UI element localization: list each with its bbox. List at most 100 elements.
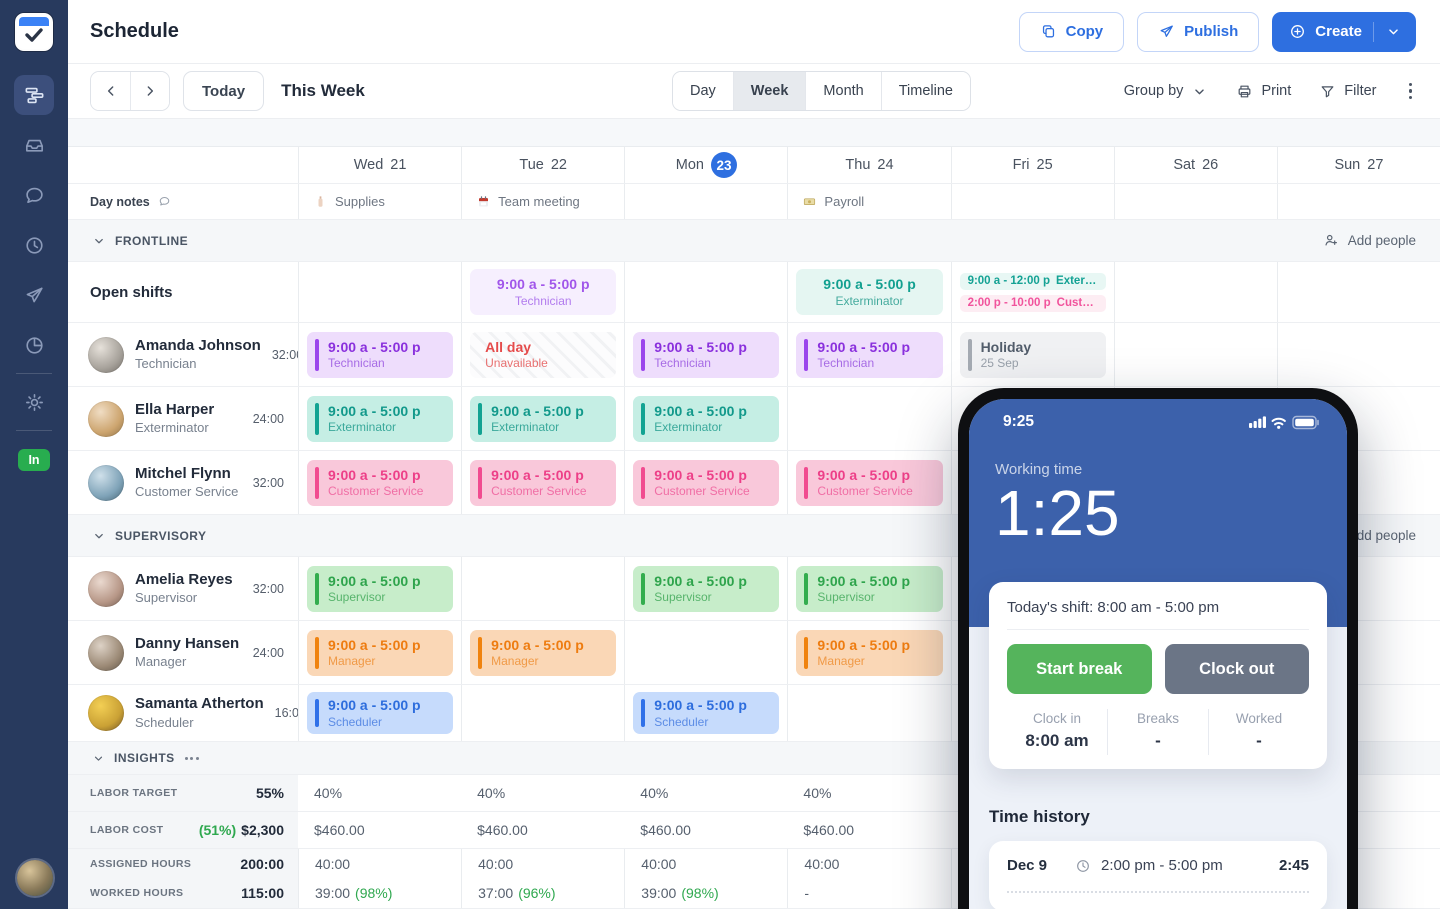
schedule-cell[interactable] [461, 557, 624, 620]
sidebar-item-pie[interactable] [14, 325, 54, 365]
day-header-fri[interactable]: Fri25 [951, 147, 1114, 183]
sidebar-item-schedule[interactable] [14, 75, 54, 115]
clock-out-button[interactable]: Clock out [1165, 644, 1310, 694]
schedule-cell[interactable] [624, 621, 787, 684]
schedule-cell[interactable] [1277, 323, 1440, 386]
shift-chip[interactable]: 9:00 a - 5:00 pSupervisor [633, 566, 779, 612]
schedule-cell[interactable] [1114, 323, 1277, 386]
shift-chip[interactable]: 9:00 a - 5:00 pExterminator [633, 396, 779, 442]
tab-month[interactable]: Month [805, 72, 880, 110]
schedule-cell[interactable] [1114, 262, 1277, 322]
schedule-cell[interactable] [624, 262, 787, 322]
publish-button[interactable]: Publish [1137, 12, 1259, 52]
day-header-sat[interactable]: Sat26 [1114, 147, 1277, 183]
chevron-down-icon[interactable] [92, 234, 106, 248]
chevron-down-icon[interactable] [92, 752, 105, 765]
shift-chip[interactable]: 9:00 a - 5:00 pExterminator [470, 396, 616, 442]
shift-chip[interactable]: 9:00 a - 5:00 pTechnician [470, 269, 616, 315]
day-note-cell[interactable] [624, 184, 787, 219]
schedule-cell[interactable]: 9:00 a - 12:00 pExtermin… 2:00 p - 10:00 … [951, 262, 1114, 322]
sidebar-item-clock[interactable] [14, 225, 54, 265]
sidebar-item-inbox[interactable] [14, 125, 54, 165]
day-note-cell[interactable]: Payroll [787, 184, 950, 219]
more-icon[interactable] [185, 757, 199, 760]
shift-chip[interactable]: All dayUnavailable [470, 332, 616, 378]
shift-chip[interactable]: 9:00 a - 5:00 pExterminator [796, 269, 942, 315]
clocked-in-badge[interactable]: In [18, 449, 49, 471]
schedule-cell[interactable]: 9:00 a - 5:00 pManager [787, 621, 950, 684]
copy-button[interactable]: Copy [1019, 12, 1125, 52]
schedule-cell[interactable]: 9:00 a - 5:00 pSupervisor [624, 557, 787, 620]
shift-chip[interactable]: 9:00 a - 5:00 pExterminator [307, 396, 453, 442]
shift-chip[interactable]: 9:00 a - 5:00 pCustomer Service [307, 460, 453, 506]
shift-chip[interactable]: 9:00 a - 5:00 pTechnician [307, 332, 453, 378]
more-menu-icon[interactable] [1405, 79, 1417, 104]
create-button[interactable]: Create [1272, 12, 1416, 52]
schedule-cell[interactable]: 9:00 a - 5:00 pTechnician [787, 323, 950, 386]
day-note-cell[interactable]: Supplies [298, 184, 461, 219]
today-button[interactable]: Today [183, 71, 264, 111]
day-note-cell[interactable] [1114, 184, 1277, 219]
shift-chip[interactable]: 9:00 a - 5:00 pManager [470, 630, 616, 676]
schedule-cell[interactable]: All dayUnavailable [461, 323, 624, 386]
sidebar-item-plane[interactable] [14, 275, 54, 315]
shift-chip-mini[interactable]: 2:00 p - 10:00 pCustomer… [960, 295, 1106, 312]
tab-timeline[interactable]: Timeline [881, 72, 970, 110]
user-avatar[interactable] [17, 860, 53, 896]
shift-chip[interactable]: 9:00 a - 5:00 pCustomer Service [633, 460, 779, 506]
print-button[interactable]: Print [1236, 83, 1291, 100]
schedule-cell[interactable]: 9:00 a - 5:00 pTechnician [461, 262, 624, 322]
schedule-cell[interactable]: 9:00 a - 5:00 pManager [461, 621, 624, 684]
schedule-cell[interactable]: 9:00 a - 5:00 pExterminator [461, 387, 624, 450]
shift-chip[interactable]: 9:00 a - 5:00 pScheduler [307, 692, 453, 734]
next-week-button[interactable] [130, 72, 169, 110]
shift-chip-mini[interactable]: 9:00 a - 12:00 pExtermin… [960, 273, 1106, 290]
day-header-tue[interactable]: Tue22 [461, 147, 624, 183]
chevron-down-icon[interactable] [92, 529, 106, 543]
schedule-cell[interactable]: 9:00 a - 5:00 pScheduler [624, 685, 787, 741]
schedule-cell[interactable]: Holiday25 Sep [951, 323, 1114, 386]
shift-chip[interactable]: 9:00 a - 5:00 pCustomer Service [470, 460, 616, 506]
shift-chip[interactable]: 9:00 a - 5:00 pScheduler [633, 692, 779, 734]
day-header-thu[interactable]: Thu24 [787, 147, 950, 183]
day-note-cell[interactable]: Team meeting [461, 184, 624, 219]
schedule-cell[interactable]: 9:00 a - 5:00 pSupervisor [298, 557, 461, 620]
day-header-mon[interactable]: Mon23 [624, 147, 787, 183]
history-entry[interactable]: Dec 92:00 pm - 5:00 pm2:45 [1007, 857, 1309, 874]
sidebar-item-chat[interactable] [14, 175, 54, 215]
day-header-wed[interactable]: Wed21 [298, 147, 461, 183]
schedule-cell[interactable]: 9:00 a - 5:00 pCustomer Service [624, 451, 787, 514]
shift-chip[interactable]: Holiday25 Sep [960, 332, 1106, 378]
day-header-sun[interactable]: Sun27 [1277, 147, 1440, 183]
shift-chip[interactable]: 9:00 a - 5:00 pManager [796, 630, 942, 676]
sidebar-item-settings[interactable] [14, 382, 54, 422]
add-people-button[interactable]: Add people [1323, 232, 1416, 249]
day-note-cell[interactable] [951, 184, 1114, 219]
schedule-cell[interactable]: 9:00 a - 5:00 pTechnician [298, 323, 461, 386]
schedule-cell[interactable]: 9:00 a - 5:00 pCustomer Service [787, 451, 950, 514]
schedule-cell[interactable]: 9:00 a - 5:00 pExterminator [624, 387, 787, 450]
schedule-cell[interactable] [461, 685, 624, 741]
filter-button[interactable]: Filter [1319, 83, 1376, 100]
shift-chip[interactable]: 9:00 a - 5:00 pManager [307, 630, 453, 676]
schedule-cell[interactable]: 9:00 a - 5:00 pExterminator [298, 387, 461, 450]
schedule-cell[interactable] [1277, 262, 1440, 322]
group-by-dropdown[interactable]: Group by [1124, 83, 1209, 100]
schedule-cell[interactable]: 9:00 a - 5:00 pExterminator [787, 262, 950, 322]
prev-week-button[interactable] [91, 72, 130, 110]
shift-chip[interactable]: 9:00 a - 5:00 pTechnician [796, 332, 942, 378]
schedule-cell[interactable] [787, 685, 950, 741]
tab-week[interactable]: Week [733, 72, 806, 110]
schedule-cell[interactable]: 9:00 a - 5:00 pSupervisor [787, 557, 950, 620]
schedule-cell[interactable]: 9:00 a - 5:00 pManager [298, 621, 461, 684]
schedule-cell[interactable]: 9:00 a - 5:00 pScheduler [298, 685, 461, 741]
schedule-cell[interactable]: 9:00 a - 5:00 pTechnician [624, 323, 787, 386]
shift-chip[interactable]: 9:00 a - 5:00 pCustomer Service [796, 460, 942, 506]
shift-chip[interactable]: 9:00 a - 5:00 pSupervisor [796, 566, 942, 612]
day-note-cell[interactable] [1277, 184, 1440, 219]
schedule-cell[interactable]: 9:00 a - 5:00 pCustomer Service [461, 451, 624, 514]
shift-chip[interactable]: 9:00 a - 5:00 pTechnician [633, 332, 779, 378]
start-break-button[interactable]: Start break [1007, 644, 1152, 694]
shift-chip[interactable]: 9:00 a - 5:00 pSupervisor [307, 566, 453, 612]
tab-day[interactable]: Day [673, 72, 733, 110]
